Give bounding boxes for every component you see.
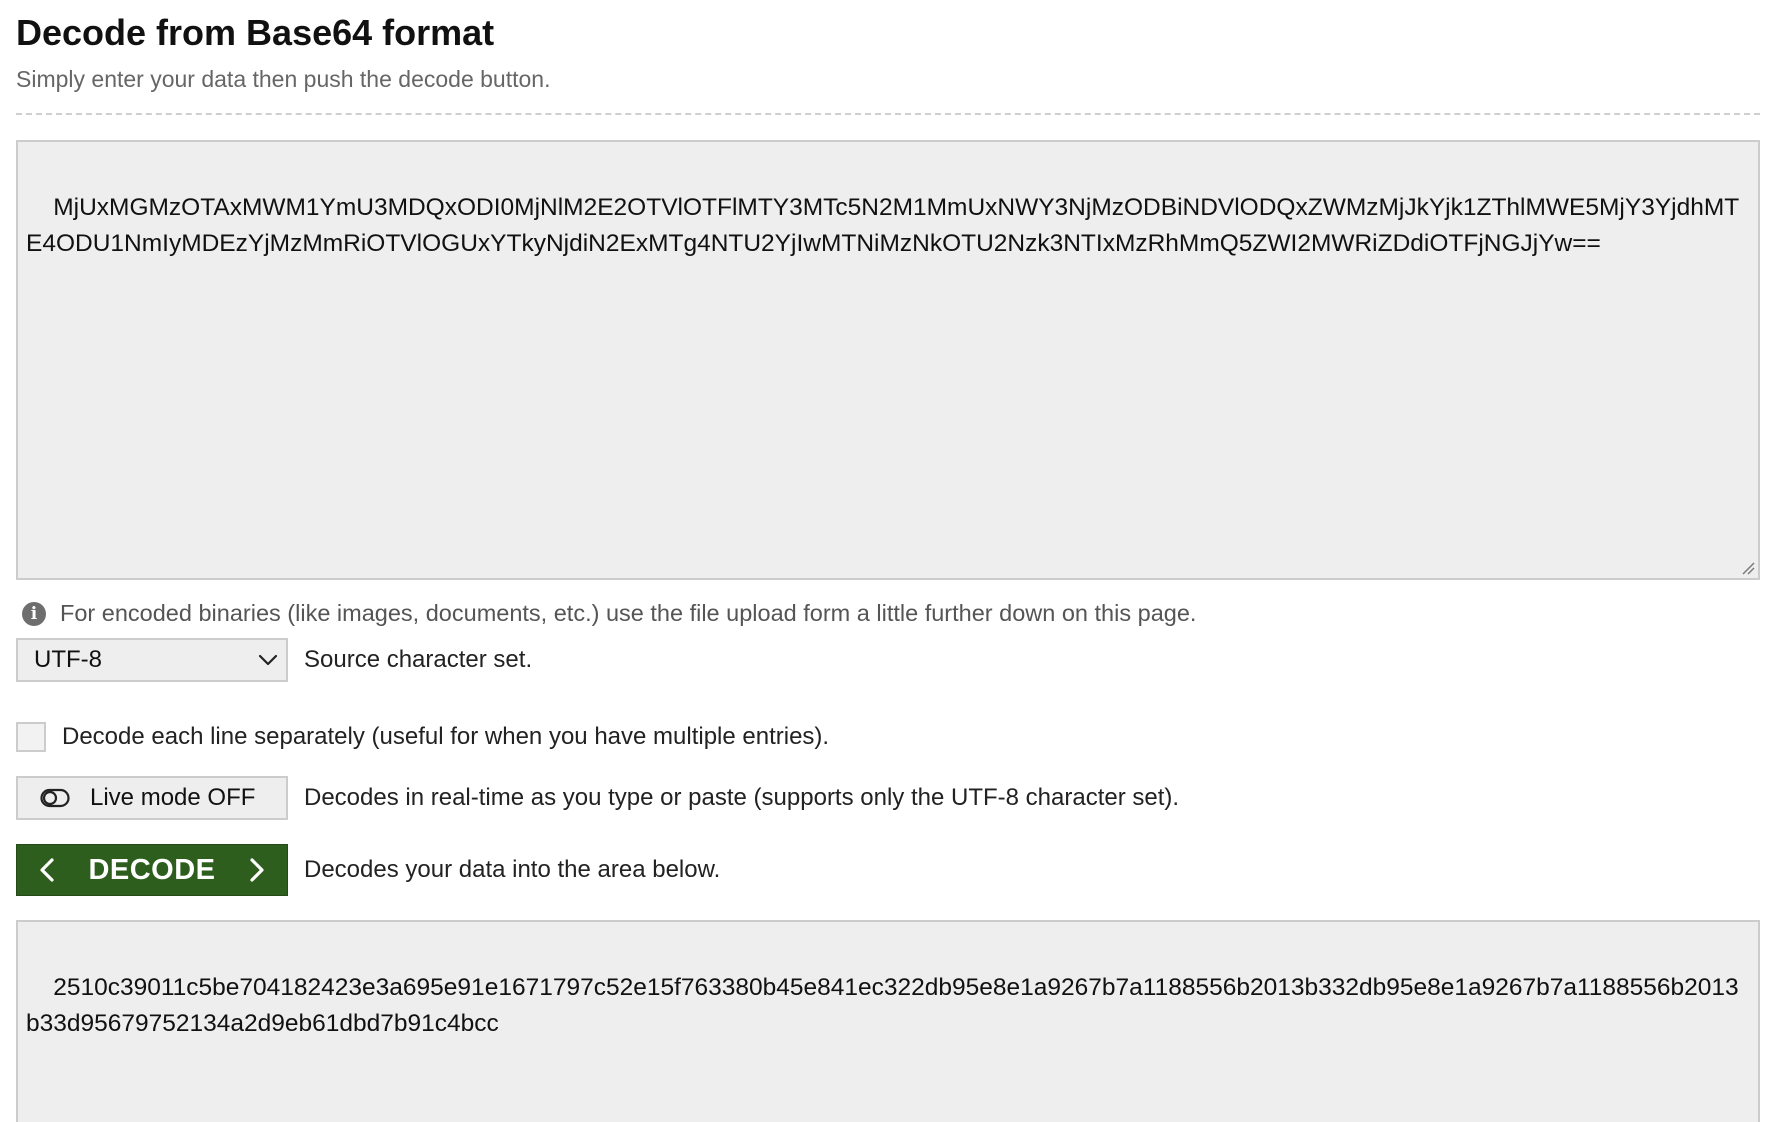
- decoded-output-value: 2510c39011c5be704182423e3a695e91e1671797…: [26, 974, 1739, 1037]
- page: Decode from Base64 format Simply enter y…: [0, 0, 1776, 1122]
- live-mode-description: Decodes in real-time as you type or past…: [304, 784, 1180, 811]
- base64-input-value: MjUxMGMzOTAxMWM1YmU3MDQxODI0MjNlM2E2OTVl…: [26, 194, 1740, 257]
- base64-input-textarea[interactable]: MjUxMGMzOTAxMWM1YmU3MDQxODI0MjNlM2E2OTVl…: [16, 140, 1760, 580]
- toggle-off-icon: [40, 788, 70, 808]
- live-mode-button-label: Live mode OFF: [90, 784, 256, 811]
- decode-row: DECODE Decodes your data into the area b…: [16, 844, 720, 896]
- chevron-left-icon: [40, 858, 54, 882]
- decode-description: Decodes your data into the area below.: [304, 856, 721, 883]
- binary-upload-hint: i For encoded binaries (like images, doc…: [22, 600, 1196, 627]
- resize-grip-icon[interactable]: [1741, 561, 1755, 575]
- live-mode-toggle-button[interactable]: Live mode OFF: [16, 776, 288, 820]
- charset-selected-value: UTF-8: [34, 646, 102, 673]
- decode-each-line-checkbox[interactable]: [16, 722, 46, 752]
- charset-row: UTF-8 Source character set.: [16, 638, 532, 682]
- chevron-down-icon: [258, 654, 278, 666]
- charset-select[interactable]: UTF-8: [16, 638, 288, 682]
- decode-button-label: DECODE: [88, 853, 216, 886]
- decode-button[interactable]: DECODE: [16, 844, 288, 896]
- charset-label: Source character set.: [304, 646, 533, 673]
- decode-each-line-label[interactable]: Decode each line separately (useful for …: [62, 723, 829, 751]
- binary-upload-hint-text: For encoded binaries (like images, docum…: [60, 600, 1197, 626]
- chevron-right-icon: [250, 858, 264, 882]
- line-separately-row: Decode each line separately (useful for …: [16, 722, 829, 752]
- page-subtitle: Simply enter your data then push the dec…: [16, 66, 551, 92]
- page-title: Decode from Base64 format: [16, 12, 495, 53]
- decoded-output-textarea[interactable]: 2510c39011c5be704182423e3a695e91e1671797…: [16, 920, 1760, 1122]
- live-mode-row: Live mode OFF Decodes in real-time as yo…: [16, 776, 1179, 820]
- info-icon: i: [22, 601, 46, 626]
- dashed-divider: [16, 113, 1760, 115]
